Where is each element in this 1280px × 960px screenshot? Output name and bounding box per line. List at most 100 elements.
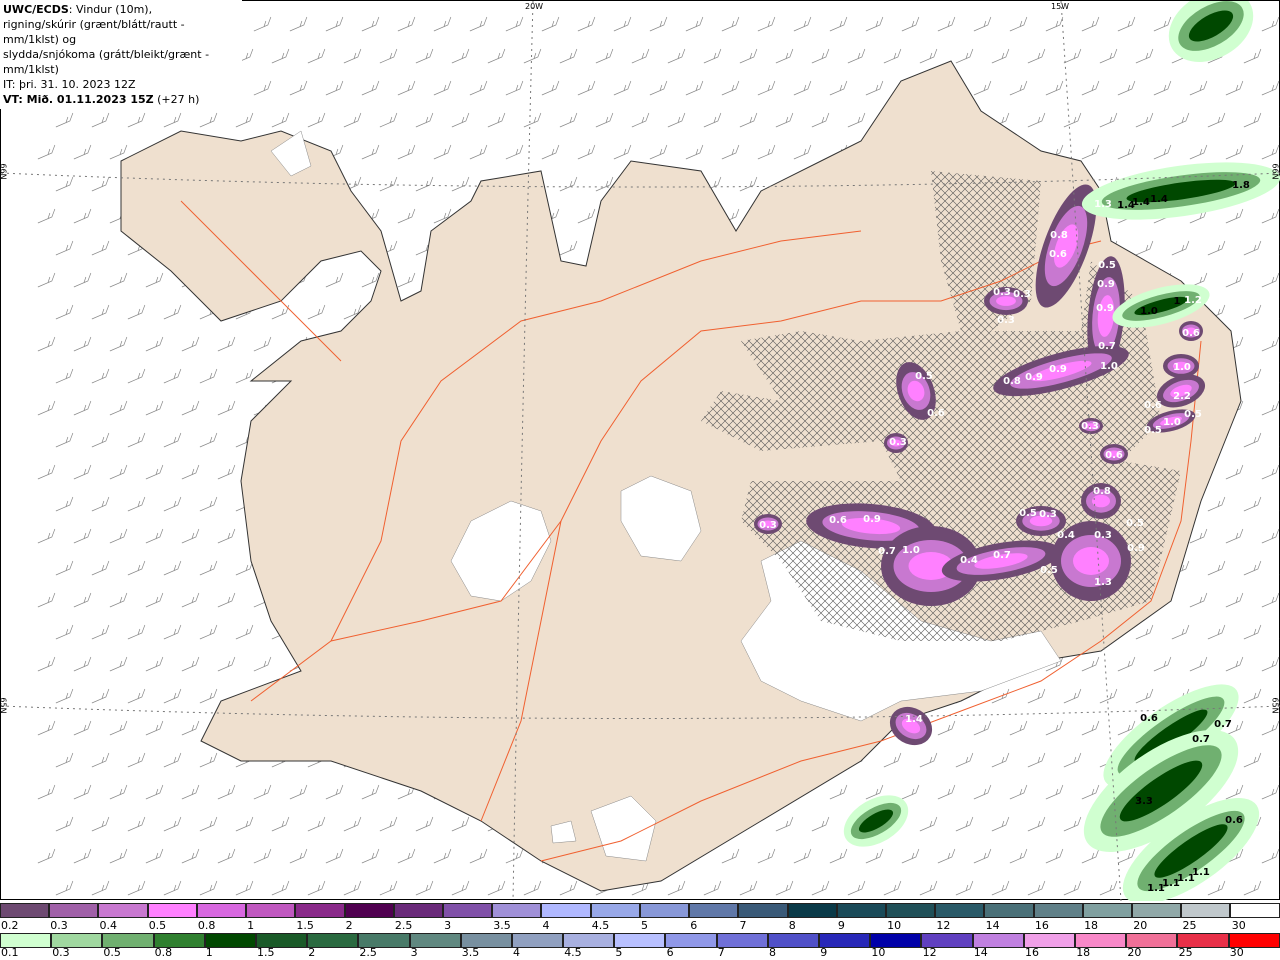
wind-barb (37, 848, 56, 864)
wind-barb (577, 144, 596, 160)
wind-barb (163, 368, 182, 384)
wind-barb (1261, 336, 1280, 352)
lat-label-65n: 65N (0, 697, 8, 714)
wind-barb (955, 752, 974, 768)
wind-barb (1153, 16, 1172, 32)
weather-map[interactable]: 1.3 0.8 0.6 0.3 0.3 0.3 0.5 0.9 0.9 0.7 1.0 0.8 0.9 0… (0, 0, 1280, 905)
wind-barb (775, 816, 794, 832)
lat-label-66n-right: 66N (1270, 163, 1280, 180)
wind-barb (1045, 720, 1064, 736)
snow-amount-label: 1.2 (1184, 295, 1202, 306)
colorbar-tick-label: 0.3 (50, 919, 68, 932)
wind-barb (649, 144, 668, 160)
wind-barb (181, 720, 200, 736)
wind-barb (343, 816, 362, 832)
wind-barb (181, 656, 200, 672)
snow-amount-label: 0.6 (1049, 249, 1067, 260)
wind-barb (487, 48, 506, 64)
wind-barb (793, 16, 812, 32)
wind-barb (739, 48, 758, 64)
wind-barb (307, 816, 326, 832)
wind-barb (271, 304, 290, 320)
colorbar-tick-label: 14 (985, 919, 1000, 932)
colorbar-swatch (1082, 903, 1133, 918)
colorbar-tick-label: 6 (690, 919, 698, 932)
snow-amount-label: 0.3 (1094, 530, 1112, 541)
wind-barb (217, 784, 236, 800)
wind-barb (37, 528, 56, 544)
wind-barb (55, 240, 74, 256)
wind-barb (559, 240, 578, 256)
colorbar-tick-label: 16 (1025, 946, 1039, 959)
wind-barb (1261, 272, 1280, 288)
wind-barb (883, 48, 902, 64)
wind-barb (1189, 656, 1208, 672)
wind-barb (397, 144, 416, 160)
wind-barb (397, 272, 416, 288)
wind-barb (109, 272, 128, 288)
colorbar-tick-label: 4 (513, 946, 520, 959)
wind-barb (1009, 848, 1028, 864)
colorbar-tick-label: 1 (205, 946, 213, 959)
wind-barb (757, 80, 776, 96)
wind-barb (1261, 592, 1280, 608)
wind-barb (451, 112, 470, 128)
wind-barb (469, 16, 488, 32)
wind-barb (685, 144, 704, 160)
wind-barb (55, 752, 74, 768)
wind-barb (199, 112, 218, 128)
wind-barb (775, 880, 794, 896)
colorbar-swatch (98, 903, 148, 918)
colorbar-rain-labels: 0.1 0.3 0.5 0.8 1 1.5 2 2.5 3 3.5 4 4.5 5 6 7 8 9 10 12 14 1… (0, 946, 1280, 960)
wind-barb (73, 144, 92, 160)
wind-barb (1099, 48, 1118, 64)
wind-barb (1081, 16, 1100, 32)
wind-barb (991, 752, 1010, 768)
colorbar-swatch (639, 903, 690, 918)
wind-barb (217, 656, 236, 672)
rain-amount-label: 1 (1174, 296, 1181, 307)
wind-barb (91, 112, 110, 128)
colorbar-tick-label: 30 (1231, 919, 1246, 932)
wind-barb (145, 528, 164, 544)
wind-barb (559, 112, 578, 128)
wind-barb (1225, 784, 1244, 800)
wind-barb (73, 272, 92, 288)
wind-barb (937, 720, 956, 736)
wind-barb (451, 48, 470, 64)
colorbar-tick-label: 30 (1229, 946, 1244, 959)
wind-barb (289, 848, 308, 864)
wind-barb (1207, 624, 1226, 640)
colorbar-tick-label: 2.5 (394, 919, 413, 932)
wind-barb (433, 80, 452, 96)
wind-barb (163, 624, 182, 640)
wind-barb (523, 48, 542, 64)
colorbar-tick-label: 1.5 (296, 919, 314, 932)
wind-barb (163, 560, 182, 576)
wind-barb (55, 432, 74, 448)
wind-barb (379, 176, 398, 192)
wind-barb (1225, 528, 1244, 544)
wind-barb (379, 880, 398, 896)
wind-barb (37, 336, 56, 352)
wind-barb (1243, 432, 1262, 448)
wind-barb (1243, 240, 1262, 256)
wind-barb (433, 16, 452, 32)
lon-label-20w: 20W (525, 2, 544, 11)
snow-amount-label: 0.5 (1098, 260, 1116, 271)
wind-barb (973, 848, 992, 864)
colorbar-swatch (984, 903, 1034, 918)
snow-amount-label: 0.5 (915, 371, 933, 382)
colorbar-tick-label: 3.5 (461, 946, 480, 959)
snow-amount-label: 1.3 (1094, 577, 1112, 588)
wind-barb (307, 880, 326, 896)
colorbar-tick-label: 8 (769, 946, 776, 959)
wind-barb (847, 880, 866, 896)
snow-amount-label: 0.3 (993, 287, 1011, 298)
colorbar-tick-label: 0.5 (103, 946, 121, 959)
wind-barb (253, 848, 272, 864)
wind-barb (487, 112, 506, 128)
colorbar-tick-label: 14 (973, 946, 988, 959)
wind-barb (1099, 112, 1118, 128)
wind-barb (199, 368, 218, 384)
